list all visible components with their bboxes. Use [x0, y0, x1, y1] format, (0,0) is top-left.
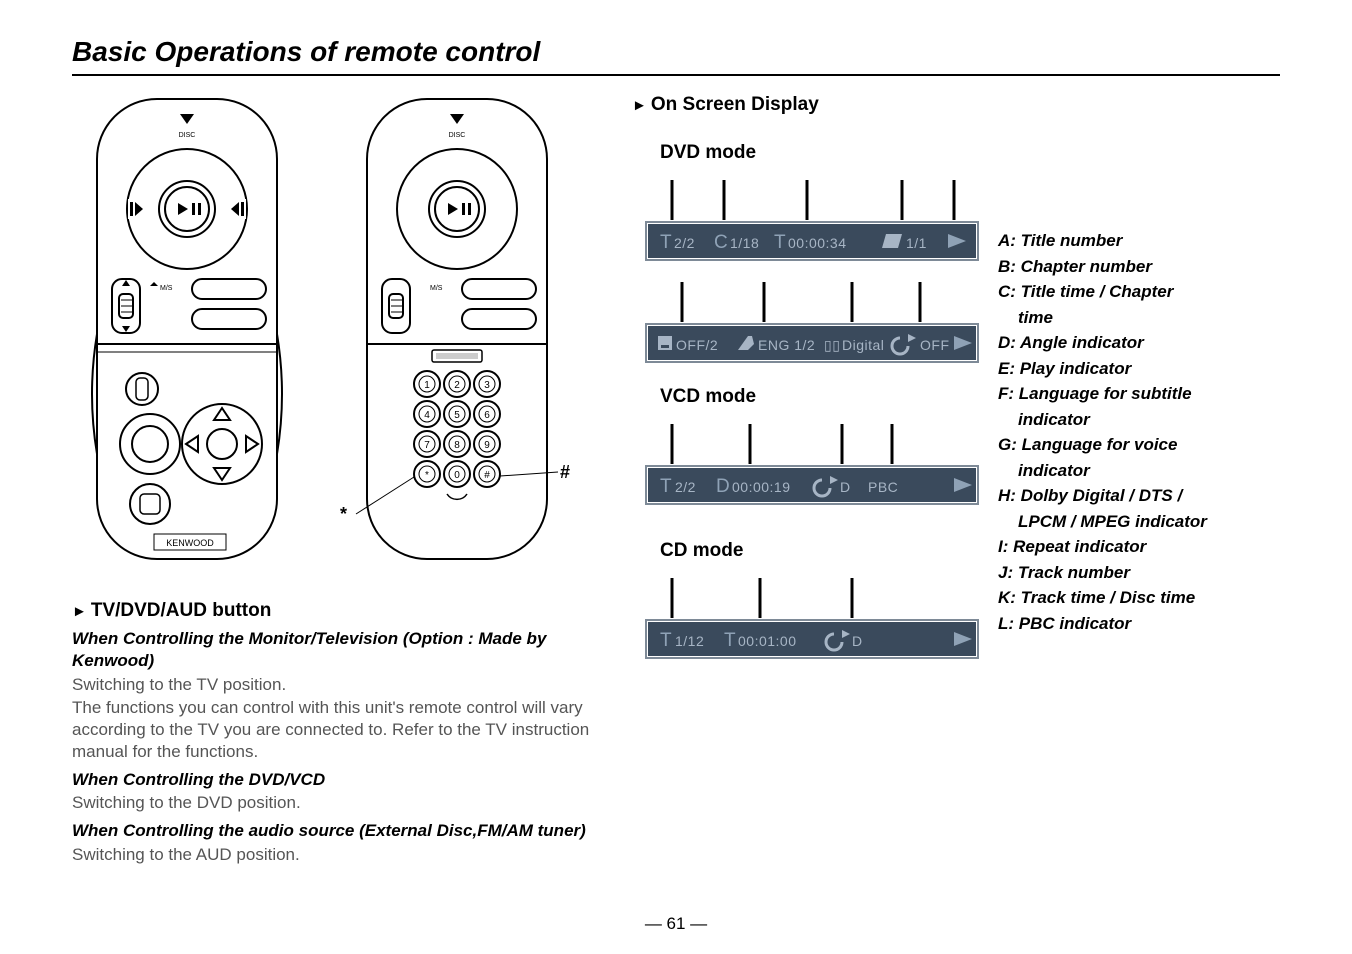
- hash-label: #: [560, 462, 570, 483]
- svg-text:D: D: [840, 479, 851, 495]
- svg-text:5: 5: [454, 410, 460, 421]
- svg-text:T: T: [660, 232, 672, 253]
- svg-text:3: 3: [484, 380, 490, 391]
- remote-left: DISC: [72, 94, 302, 574]
- osd-legend: A: Title number B: Chapter number C: Tit…: [998, 222, 1207, 636]
- svg-text:T: T: [724, 630, 736, 651]
- svg-text:ENG 1/2: ENG 1/2: [758, 337, 815, 353]
- dvd-mode-heading: DVD mode: [660, 142, 982, 164]
- svg-text:1/1: 1/1: [906, 235, 927, 251]
- svg-text:0: 0: [454, 470, 460, 481]
- svg-text:1/12: 1/12: [675, 633, 704, 649]
- svg-text:DISC: DISC: [179, 132, 196, 139]
- svg-text:1/18: 1/18: [730, 235, 759, 251]
- svg-text:M/S: M/S: [430, 285, 443, 292]
- svg-text:00:00:19: 00:00:19: [732, 479, 791, 495]
- osd-bar-vcd: T 2/2 D 00:00:19 D PBC: [642, 418, 982, 508]
- svg-text:M/S: M/S: [160, 285, 173, 292]
- svg-text:T: T: [660, 630, 672, 651]
- svg-text:9: 9: [484, 440, 490, 451]
- osd-bar-cd: T 1/12 T 00:01:00 D: [642, 572, 982, 662]
- svg-text:OFF/2: OFF/2: [676, 337, 718, 353]
- svg-text:DISC: DISC: [449, 132, 466, 139]
- svg-text:00:00:34: 00:00:34: [788, 235, 847, 251]
- svg-text:T: T: [774, 232, 786, 253]
- body-tv-pos: Switching to the TV position.: [72, 674, 612, 696]
- svg-text:PBC: PBC: [868, 479, 898, 495]
- page-title: Basic Operations of remote control: [72, 36, 1280, 68]
- osd-bar-dvd2: OFF/2 ENG 1/2 ▯▯ Digital OFF: [642, 276, 982, 366]
- svg-text:Digital: Digital: [842, 337, 884, 353]
- svg-text:2: 2: [454, 380, 460, 391]
- svg-text:D: D: [716, 476, 730, 497]
- body-aud-pos: Switching to the AUD position.: [72, 844, 612, 866]
- svg-text:C: C: [714, 232, 728, 253]
- body-tv-desc: The functions you can control with this …: [72, 697, 612, 762]
- remote-right: DISC M/S: [332, 94, 582, 574]
- svg-text:1: 1: [424, 380, 430, 391]
- cd-mode-heading: CD mode: [660, 540, 982, 562]
- svg-text:8: 8: [454, 440, 460, 451]
- body-dvd-pos: Switching to the DVD position.: [72, 792, 612, 814]
- svg-text:T: T: [660, 476, 672, 497]
- subheading-dvd: When Controlling the DVD/VCD: [72, 769, 612, 791]
- svg-text:2/2: 2/2: [674, 235, 695, 251]
- svg-text:4: 4: [424, 410, 430, 421]
- svg-text:00:01:00: 00:01:00: [738, 633, 797, 649]
- osd-bar-dvd1: T 2/2 C 1/18 T 00:00:34 1/1: [642, 174, 982, 264]
- svg-text:OFF: OFF: [920, 337, 950, 353]
- svg-text:6: 6: [484, 410, 490, 421]
- svg-text:KENWOOD: KENWOOD: [166, 538, 214, 548]
- svg-text:#: #: [484, 470, 490, 481]
- svg-text:▯▯: ▯▯: [824, 337, 840, 353]
- svg-text:7: 7: [424, 440, 430, 451]
- subheading-audio: When Controlling the audio source (Exter…: [72, 820, 612, 842]
- tv-dvd-aud-heading: TV/DVD/AUD button: [72, 600, 612, 622]
- svg-text:2/2: 2/2: [675, 479, 696, 495]
- subheading-monitor: When Controlling the Monitor/Television …: [72, 628, 612, 672]
- osd-heading: On Screen Display: [632, 94, 1280, 116]
- svg-text:*: *: [425, 470, 429, 481]
- vcd-mode-heading: VCD mode: [660, 386, 982, 408]
- svg-text:D: D: [852, 633, 863, 649]
- page-number: — 61 —: [0, 914, 1352, 934]
- star-label: *: [340, 504, 347, 525]
